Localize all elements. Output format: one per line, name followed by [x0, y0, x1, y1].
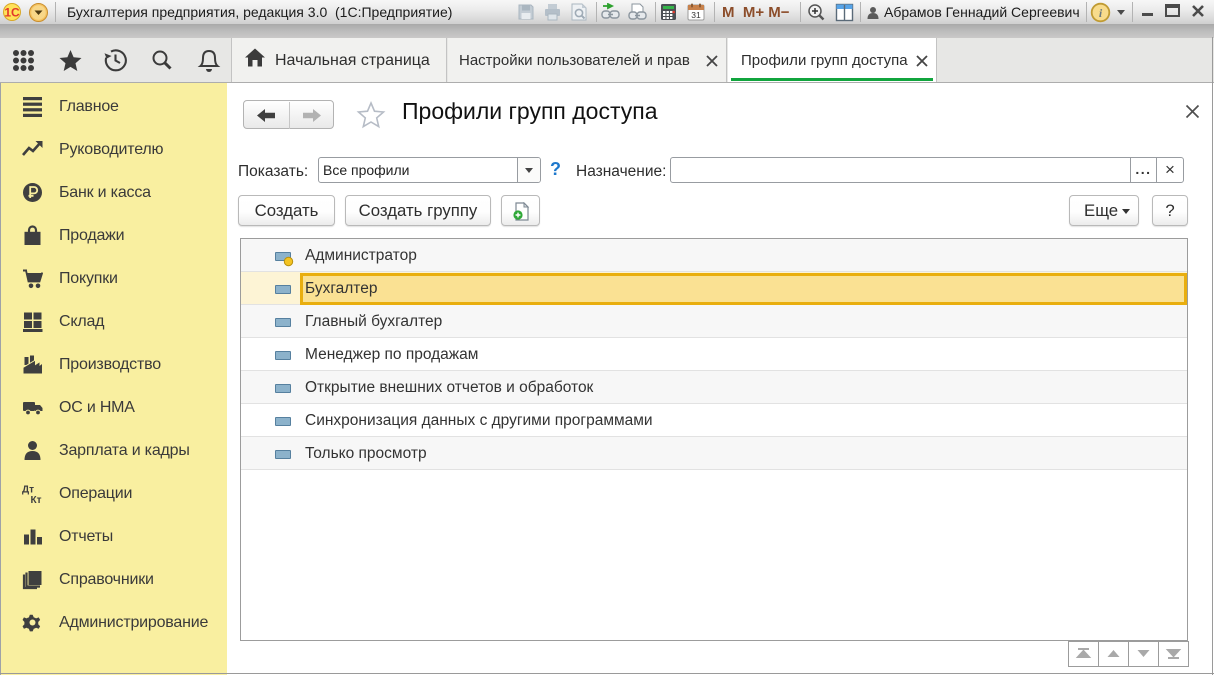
svg-text:1С: 1С [4, 6, 20, 20]
svg-text:Дт: Дт [22, 485, 34, 496]
svg-text:31: 31 [691, 10, 701, 20]
svg-text:Кт: Кт [31, 495, 42, 504]
